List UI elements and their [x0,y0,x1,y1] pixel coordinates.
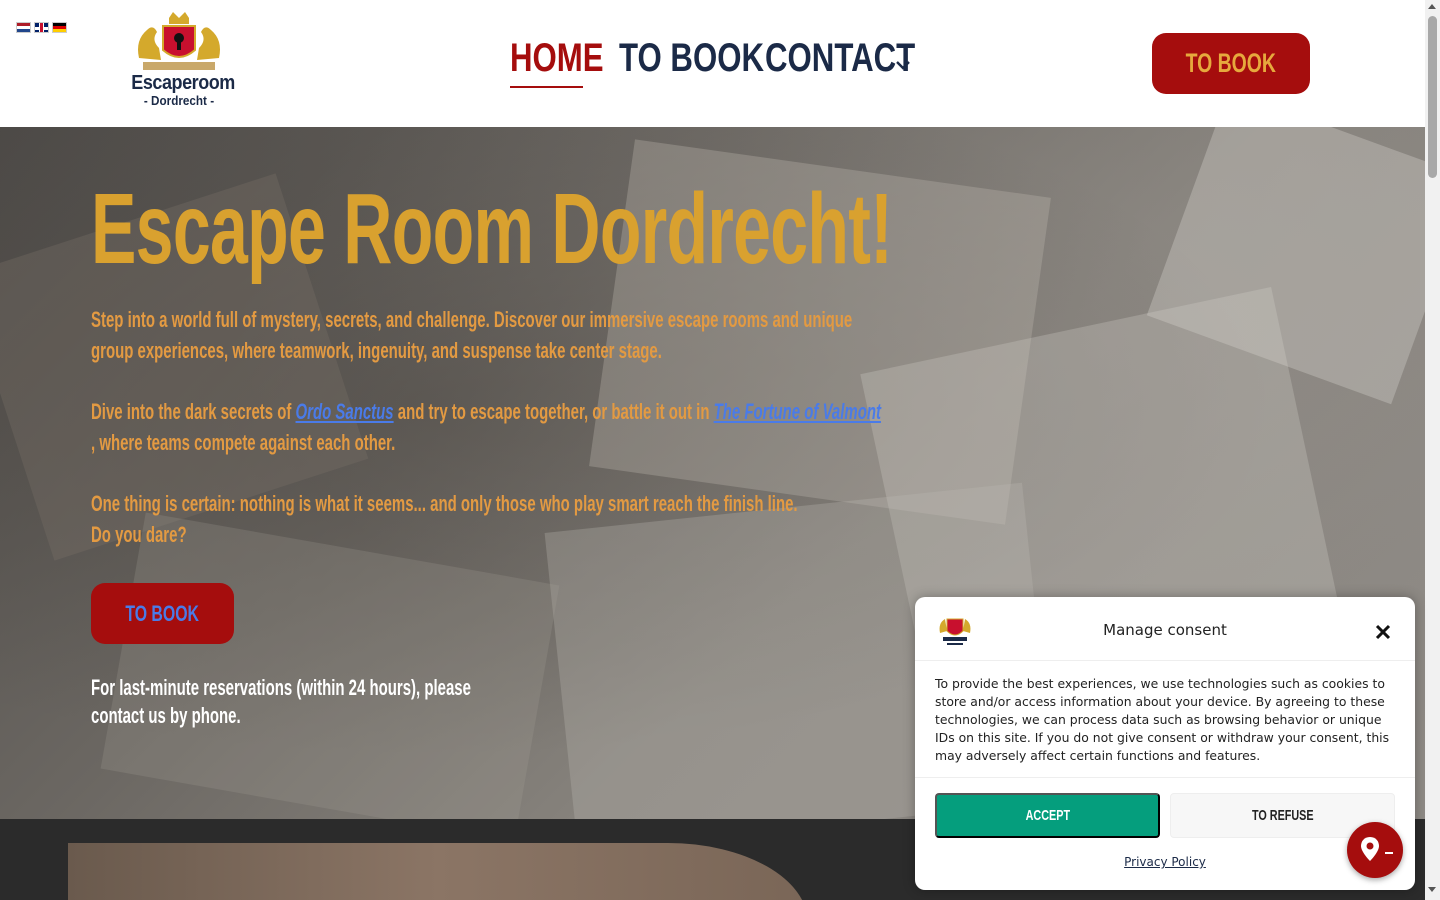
privacy-policy-link[interactable]: Privacy Policy [915,855,1415,869]
map-pin-icon [1361,837,1379,861]
logo-city: - Dordrecht - [143,93,215,108]
crest-icon [138,12,220,70]
divider [915,777,1415,778]
accept-button[interactable]: ACCEPT [935,793,1160,838]
hero-book-button-label: TO BOOK [125,600,200,626]
flag-germany-icon[interactable] [52,22,67,33]
scroll-up-arrow-icon[interactable] [1428,4,1436,9]
accept-button-label: ACCEPT [1025,807,1070,824]
refuse-button-label: TO REFUSE [1251,807,1314,824]
flag-netherlands-icon[interactable] [16,22,31,33]
nav-home[interactable]: HOME [510,34,604,82]
site-header: Escaperoom - Dordrecht - HOME TO BOOK CO… [0,0,1425,127]
text-segment: , where teams compete against each other… [91,430,396,455]
site-logo[interactable]: Escaperoom - Dordrecht - [126,10,235,118]
consent-header: Manage consent [915,597,1415,661]
nav-active-underline [510,86,583,88]
background-paper [100,512,560,819]
nav-to-book[interactable]: TO BOOK [619,34,764,82]
text-line: One thing is certain: nothing is what it… [91,491,798,516]
scroll-down-arrow-icon[interactable] [1428,887,1436,892]
close-icon[interactable] [1374,623,1392,641]
consent-title: Manage consent [1103,621,1227,639]
consent-message: To provide the best experiences, we use … [935,676,1390,763]
chevron-down-icon[interactable] [894,56,912,74]
last-minute-note: For last-minute reservations (within 24 … [91,675,471,728]
hero-challenge-text: One thing is certain: nothing is what it… [91,488,887,550]
header-book-button[interactable]: TO BOOK [1152,33,1310,94]
flag-uk-icon[interactable] [34,22,49,33]
header-book-button-label: TO BOOK [1185,48,1277,78]
text-segment: Dive into the dark secrets of [91,399,296,424]
text-line: Do you dare? [91,522,187,547]
location-button[interactable] [1347,822,1403,878]
minimize-icon [1385,852,1393,854]
logo-name: Escaperoom [131,72,235,94]
hero-intro: Step into a world full of mystery, secre… [91,307,853,363]
page-scrollbar[interactable] [1425,0,1440,900]
hero-rooms-text: Dive into the dark secrets of Ordo Sanct… [91,396,887,458]
language-switcher [16,22,67,33]
hero-book-button[interactable]: TO BOOK [91,583,234,644]
nav-contact[interactable]: CONTACT [765,34,915,82]
scrollbar-thumb[interactable] [1428,16,1437,178]
ordo-sanctus-link[interactable]: Ordo Sanctus [296,399,394,424]
room-card-image [68,843,808,900]
cookie-consent-dialog: Manage consent To provide the best exper… [915,597,1415,890]
text-segment: and try to escape together, or battle it… [393,399,714,424]
fortune-of-valmont-link[interactable]: The Fortune of Valmont [714,399,881,424]
hero-title: Escape Room Dordrecht! [91,173,893,285]
